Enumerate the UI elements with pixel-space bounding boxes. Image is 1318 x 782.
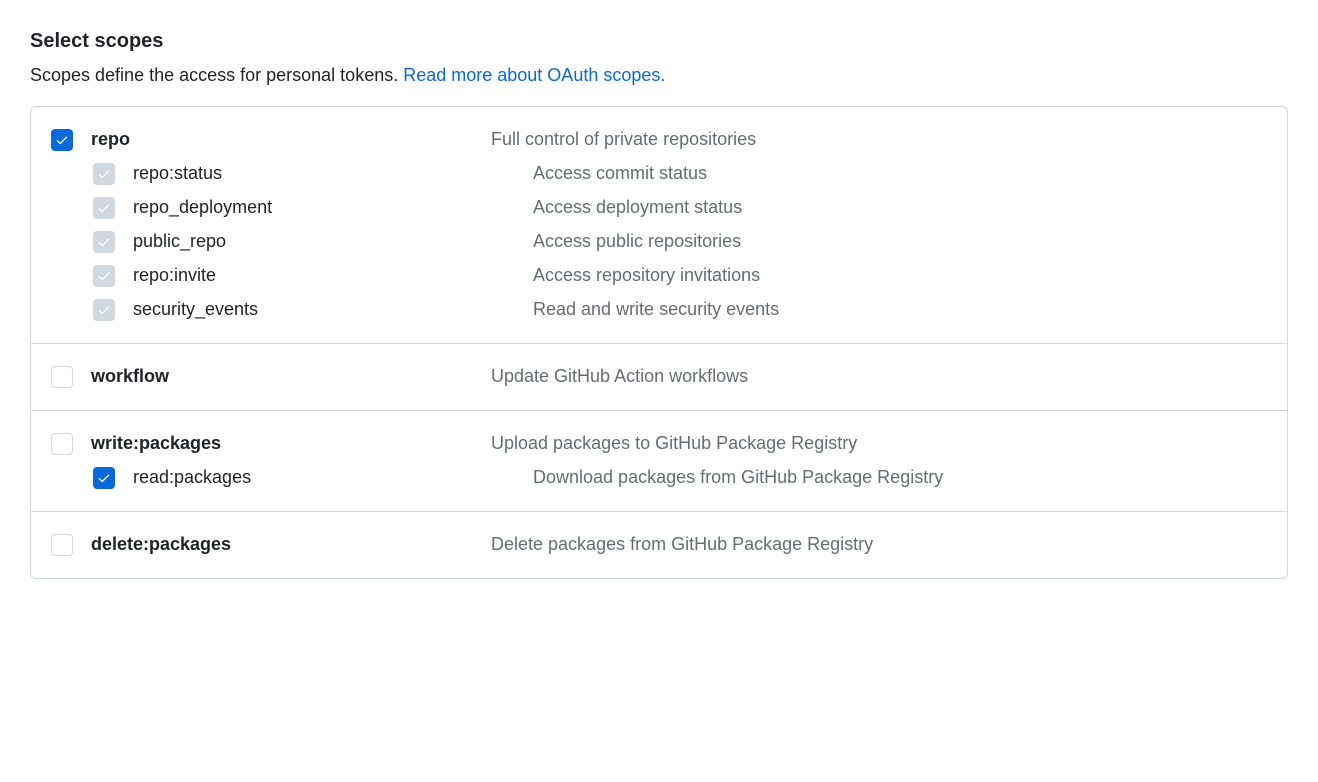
checkbox-repo[interactable]	[51, 129, 73, 151]
scope-row-write-packages: write:packages Upload packages to GitHub…	[51, 427, 1267, 461]
scope-group-write-packages: write:packages Upload packages to GitHub…	[31, 411, 1287, 512]
section-title: Select scopes	[30, 30, 1288, 53]
scope-description-repo: Full control of private repositories	[491, 129, 1267, 150]
scope-row-public-repo: public_repo Access public repositories	[51, 225, 1267, 259]
scope-label-delete-packages[interactable]: delete:packages	[91, 534, 231, 554]
scope-label-repo-deployment[interactable]: repo_deployment	[133, 197, 272, 217]
checkbox-delete-packages[interactable]	[51, 534, 73, 556]
checkbox-write-packages[interactable]	[51, 433, 73, 455]
scope-label-repo-status[interactable]: repo:status	[133, 163, 222, 183]
scope-label-workflow[interactable]: workflow	[91, 366, 169, 386]
scope-row-repo-deployment: repo_deployment Access deployment status	[51, 191, 1267, 225]
check-icon	[97, 269, 111, 283]
check-icon	[97, 201, 111, 215]
scope-group-delete-packages: delete:packages Delete packages from Git…	[31, 512, 1287, 578]
checkbox-repo-deployment	[93, 197, 115, 219]
scope-row-read-packages: read:packages Download packages from Git…	[51, 461, 1267, 495]
scope-label-repo-invite[interactable]: repo:invite	[133, 265, 216, 285]
scope-row-repo-invite: repo:invite Access repository invitation…	[51, 259, 1267, 293]
scope-row-repo-status: repo:status Access commit status	[51, 157, 1267, 191]
checkbox-repo-invite	[93, 265, 115, 287]
checkbox-public-repo	[93, 231, 115, 253]
scope-row-repo: repo Full control of private repositorie…	[51, 123, 1267, 157]
scope-label-repo[interactable]: repo	[91, 129, 130, 149]
checkbox-workflow[interactable]	[51, 366, 73, 388]
check-icon	[97, 471, 111, 485]
scope-label-write-packages[interactable]: write:packages	[91, 433, 221, 453]
checkbox-security-events	[93, 299, 115, 321]
check-icon	[97, 235, 111, 249]
description-text: Scopes define the access for personal to…	[30, 65, 403, 85]
scope-description-security-events: Read and write security events	[533, 299, 1267, 320]
scope-description-repo-invite: Access repository invitations	[533, 265, 1267, 286]
scope-row-workflow: workflow Update GitHub Action workflows	[51, 360, 1267, 394]
check-icon	[97, 167, 111, 181]
scope-row-delete-packages: delete:packages Delete packages from Git…	[51, 528, 1267, 562]
scope-label-public-repo[interactable]: public_repo	[133, 231, 226, 251]
scopes-container: repo Full control of private repositorie…	[30, 106, 1288, 579]
checkbox-repo-status	[93, 163, 115, 185]
scope-description-repo-status: Access commit status	[533, 163, 1267, 184]
scope-label-read-packages[interactable]: read:packages	[133, 467, 251, 487]
check-icon	[97, 303, 111, 317]
check-icon	[55, 133, 69, 147]
scope-group-workflow: workflow Update GitHub Action workflows	[31, 344, 1287, 411]
oauth-scopes-link[interactable]: Read more about OAuth scopes.	[403, 65, 665, 85]
scope-description-write-packages: Upload packages to GitHub Package Regist…	[491, 433, 1267, 454]
scope-row-security-events: security_events Read and write security …	[51, 293, 1267, 327]
scope-description-delete-packages: Delete packages from GitHub Package Regi…	[491, 534, 1267, 555]
scope-group-repo: repo Full control of private repositorie…	[31, 107, 1287, 344]
section-description: Scopes define the access for personal to…	[30, 65, 1288, 86]
scope-description-read-packages: Download packages from GitHub Package Re…	[533, 467, 1267, 488]
scope-description-repo-deployment: Access deployment status	[533, 197, 1267, 218]
scope-description-public-repo: Access public repositories	[533, 231, 1267, 252]
scope-description-workflow: Update GitHub Action workflows	[491, 366, 1267, 387]
checkbox-read-packages[interactable]	[93, 467, 115, 489]
scope-label-security-events[interactable]: security_events	[133, 299, 258, 319]
